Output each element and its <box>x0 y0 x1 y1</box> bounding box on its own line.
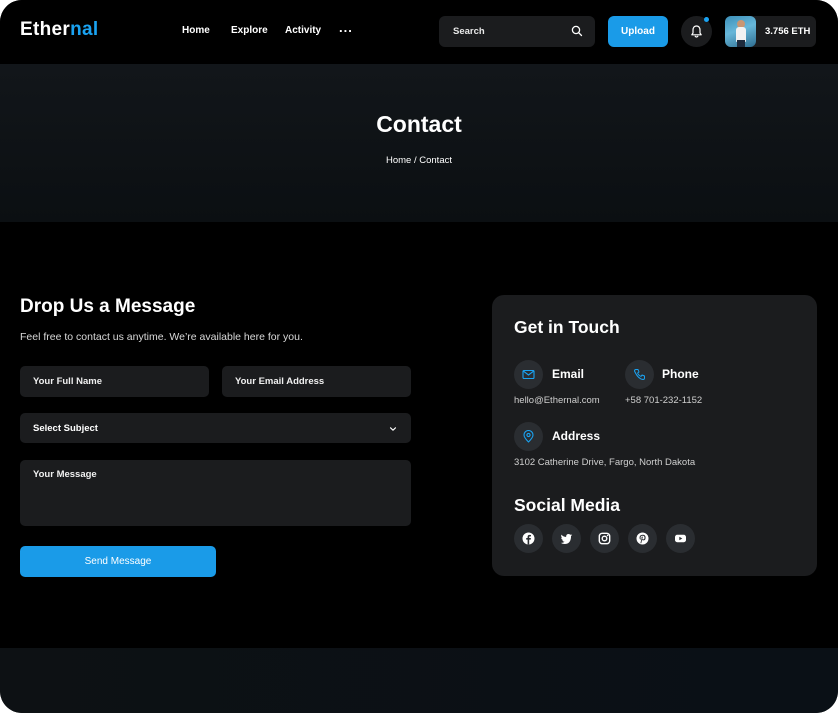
youtube-link[interactable] <box>666 524 695 553</box>
email-value[interactable]: hello@Ethernal.com <box>514 395 600 406</box>
page-title: Contact <box>376 111 462 137</box>
footer-strip <box>0 648 838 713</box>
youtube-icon <box>675 534 686 543</box>
notifications-button[interactable] <box>681 16 712 47</box>
mail-icon <box>522 369 535 380</box>
message-textarea[interactable]: Your Message <box>20 460 411 526</box>
address-value: 3102 Catherine Drive, Fargo, North Dakot… <box>514 457 696 468</box>
wallet-balance: 3.756 ETH <box>765 26 811 37</box>
email-field[interactable]: Your Email Address <box>222 366 411 397</box>
email-placeholder: Your Email Address <box>235 376 325 387</box>
notification-dot <box>704 17 709 22</box>
brand-logo-part2: nal <box>70 19 99 40</box>
social-media-title: Social Media <box>514 495 621 515</box>
twitter-icon <box>560 534 573 544</box>
full-name-placeholder: Your Full Name <box>33 376 102 387</box>
search-icon[interactable] <box>571 25 583 37</box>
top-header: Ethernal Home Explore Activity ... Searc… <box>0 0 838 64</box>
instagram-link[interactable] <box>590 524 619 553</box>
upload-button[interactable]: Upload <box>608 16 668 47</box>
subject-select[interactable]: Select Subject <box>20 413 411 443</box>
nav-home[interactable]: Home <box>182 25 210 36</box>
phone-icon <box>634 369 645 380</box>
facebook-icon <box>522 532 535 545</box>
send-message-button[interactable]: Send Message <box>20 546 216 577</box>
form-title: Drop Us a Message <box>20 296 196 317</box>
subject-selected-value: Select Subject <box>33 423 98 434</box>
contact-card: Get in Touch Email hello@Ethernal.com Ph… <box>492 295 817 576</box>
nav-activity[interactable]: Activity <box>285 25 321 36</box>
email-label: Email <box>552 367 585 381</box>
search-input[interactable]: Search <box>453 26 485 37</box>
nav-explore[interactable]: Explore <box>231 25 268 36</box>
page-hero: Contact Home / Contact <box>0 64 838 222</box>
avatar <box>725 16 756 47</box>
mail-icon-circle <box>514 360 543 389</box>
pinterest-link[interactable] <box>628 524 657 553</box>
page: Ethernal Home Explore Activity ... Searc… <box>0 0 838 713</box>
nav-more-button[interactable]: ... <box>339 20 353 35</box>
pinterest-icon <box>636 532 649 545</box>
facebook-link[interactable] <box>514 524 543 553</box>
location-icon-circle <box>514 422 543 451</box>
full-name-field[interactable]: Your Full Name <box>20 366 209 397</box>
wallet-button[interactable]: 3.756 ETH <box>725 16 816 47</box>
instagram-icon <box>598 532 611 545</box>
phone-value[interactable]: +58 701-232-1152 <box>625 395 702 406</box>
location-pin-icon <box>523 430 534 443</box>
twitter-link[interactable] <box>552 524 581 553</box>
brand-logo[interactable]: Ethernal <box>20 19 98 41</box>
phone-icon-circle <box>625 360 654 389</box>
phone-label: Phone <box>662 367 699 381</box>
address-label: Address <box>552 429 601 443</box>
search-box[interactable]: Search <box>439 16 595 47</box>
brand-logo-part1: Ether <box>20 19 71 40</box>
contact-card-title: Get in Touch <box>514 317 620 337</box>
breadcrumb[interactable]: Home / Contact <box>0 155 838 166</box>
form-subtitle: Feel free to contact us anytime. We’re a… <box>20 331 303 343</box>
chevron-down-icon <box>389 427 397 431</box>
bell-icon <box>691 25 702 38</box>
message-placeholder: Your Message <box>33 469 97 480</box>
